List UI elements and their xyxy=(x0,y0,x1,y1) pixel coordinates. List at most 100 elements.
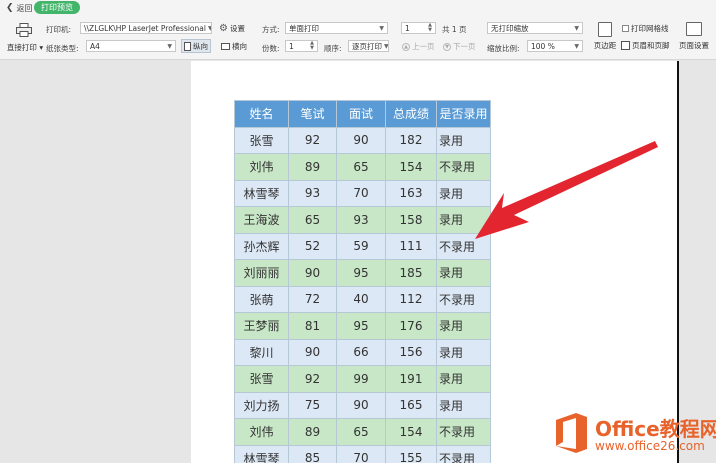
chevron-down-icon: ▼ xyxy=(208,25,211,32)
cell-hired: 不录用 xyxy=(436,418,491,446)
print-order-select[interactable]: 逐页打印 ▼ xyxy=(348,40,389,52)
header-footer-button[interactable]: 页眉和页脚 xyxy=(621,40,670,51)
cell-total: 112 xyxy=(385,285,437,313)
cell-total: 163 xyxy=(385,179,437,207)
copies-value: 1 xyxy=(289,41,294,51)
page-edge-line xyxy=(677,61,679,463)
cell-hired: 不录用 xyxy=(436,285,491,313)
header-hired: 是否录用 xyxy=(436,100,491,128)
page-margin-button[interactable]: 页边距 xyxy=(591,22,619,51)
cell-interview: 70 xyxy=(336,179,386,207)
cell-name: 刘丽丽 xyxy=(234,259,289,287)
printer-value: \\ZLGLK\HP LaserJet Professional xyxy=(84,23,206,33)
cell-written: 72 xyxy=(288,285,337,313)
table-row: 刘伟 89 65 154 不录用 xyxy=(234,418,491,446)
header-footer-label: 页眉和页脚 xyxy=(632,41,670,50)
cell-hired: 录用 xyxy=(436,391,491,419)
cell-name: 刘力扬 xyxy=(234,391,289,419)
cell-total: 155 xyxy=(385,444,437,463)
cell-hired: 录用 xyxy=(436,338,491,366)
table-header-row: 姓名 笔试 面试 总成绩 是否录用 xyxy=(234,100,491,128)
cell-interview: 66 xyxy=(336,338,386,366)
zoom-select[interactable]: 100 % ▼ xyxy=(527,40,583,52)
settings-label: 设置 xyxy=(229,24,245,33)
page-margin-icon xyxy=(598,22,612,37)
page-number-stepper[interactable]: 1 ▲ ▼ xyxy=(401,22,436,34)
cell-hired: 录用 xyxy=(436,259,491,287)
cell-interview: 70 xyxy=(336,444,386,463)
stepper-arrows-icon[interactable]: ▲ ▼ xyxy=(310,41,314,51)
table-row: 张雪 92 90 182 录用 xyxy=(234,126,491,154)
cell-name: 张雪 xyxy=(234,126,289,154)
copies-stepper[interactable]: 1 ▲ ▼ xyxy=(285,40,318,52)
watermark: Office教程网 www.office26.com xyxy=(552,410,716,463)
cell-name: 张雪 xyxy=(234,365,289,393)
cell-total: 154 xyxy=(385,153,437,181)
printer-icon xyxy=(16,23,32,37)
scale-mode-select[interactable]: 无打印缩放 ▼ xyxy=(487,22,583,34)
print-preview-tab[interactable]: 打印预览 xyxy=(34,1,80,14)
cell-name: 林雪琴 xyxy=(234,179,289,207)
portrait-button[interactable]: 纵向 xyxy=(181,39,211,53)
cell-name: 刘伟 xyxy=(234,418,289,446)
cell-written: 75 xyxy=(288,391,337,419)
cell-hired: 录用 xyxy=(436,312,491,340)
mode-label: 方式: xyxy=(262,25,280,34)
printer-settings-button[interactable]: ⚙ 设置 xyxy=(219,23,245,34)
paper-type-select[interactable]: A4 ▼ xyxy=(86,40,176,52)
table-row: 王海波 65 93 158 录用 xyxy=(234,206,491,234)
portrait-label: 纵向 xyxy=(193,41,208,51)
cell-total: 158 xyxy=(385,206,437,234)
prev-page-label: 上一页 xyxy=(412,42,435,51)
cell-total: 165 xyxy=(385,391,437,419)
prev-page-button[interactable]: ▲ 上一页 xyxy=(402,41,435,52)
page-setup-icon xyxy=(686,22,702,36)
header-name: 姓名 xyxy=(234,100,289,128)
cell-interview: 65 xyxy=(336,153,386,181)
chevron-down-icon: ▼ xyxy=(574,24,579,32)
cell-written: 85 xyxy=(288,444,337,463)
cell-interview: 99 xyxy=(336,365,386,393)
direct-print-button[interactable]: 直接打印 ▾ xyxy=(3,20,43,52)
back-button[interactable]: ❮ 返回 xyxy=(6,2,33,14)
arrow-down-icon: ▼ xyxy=(443,42,451,51)
header-interview: 面试 xyxy=(336,100,386,128)
cell-total: 111 xyxy=(385,232,437,260)
cell-total: 182 xyxy=(385,126,437,154)
print-mode-value: 单面打印 xyxy=(289,23,319,33)
printer-select[interactable]: \\ZLGLK\HP LaserJet Professional▼ xyxy=(80,22,212,34)
landscape-button[interactable]: 横向 xyxy=(219,39,249,53)
cell-name: 王海波 xyxy=(234,206,289,234)
next-page-button[interactable]: ▼ 下一页 xyxy=(443,41,476,52)
gear-icon: ⚙ xyxy=(219,23,228,34)
score-table: 姓名 笔试 面试 总成绩 是否录用 张雪 92 90 182 录用 刘伟 89 65 154 不录… xyxy=(234,100,491,463)
cell-interview: 40 xyxy=(336,285,386,313)
print-gridlines-checkbox[interactable]: 打印网格线 xyxy=(622,23,669,34)
table-row: 刘力扬 75 90 165 录用 xyxy=(234,391,491,419)
cell-written: 93 xyxy=(288,179,337,207)
page-setup-button[interactable]: 页面设置 xyxy=(676,22,712,51)
direct-print-label: 直接打印 xyxy=(6,43,37,52)
printer-label: 打印机: xyxy=(46,25,72,34)
red-arrow-annotation xyxy=(475,141,658,239)
checkbox-icon xyxy=(622,25,629,32)
table-row: 林雪琴 85 70 155 不录用 xyxy=(234,444,491,463)
cell-total: 154 xyxy=(385,418,437,446)
table-row: 孙杰辉 52 59 111 不录用 xyxy=(234,232,491,260)
table-row: 黎川 90 66 156 录用 xyxy=(234,338,491,366)
print-mode-select[interactable]: 单面打印 ▼ xyxy=(285,22,388,34)
cell-interview: 90 xyxy=(336,391,386,419)
dropdown-arrow-icon[interactable]: ▾ xyxy=(39,43,43,52)
page-setup-label: 页面设置 xyxy=(679,41,709,50)
stepper-arrows-icon[interactable]: ▲ ▼ xyxy=(428,23,432,33)
cell-total: 176 xyxy=(385,312,437,340)
cell-interview: 59 xyxy=(336,232,386,260)
header-total: 总成绩 xyxy=(385,100,437,128)
cell-written: 52 xyxy=(288,232,337,260)
cell-name: 刘伟 xyxy=(234,153,289,181)
page-number-value: 1 xyxy=(405,23,410,33)
total-pages-label: 共 1 页 xyxy=(442,25,467,34)
cell-written: 90 xyxy=(288,338,337,366)
print-gridlines-label: 打印网格线 xyxy=(631,24,669,33)
scale-mode-value: 无打印缩放 xyxy=(491,23,529,33)
